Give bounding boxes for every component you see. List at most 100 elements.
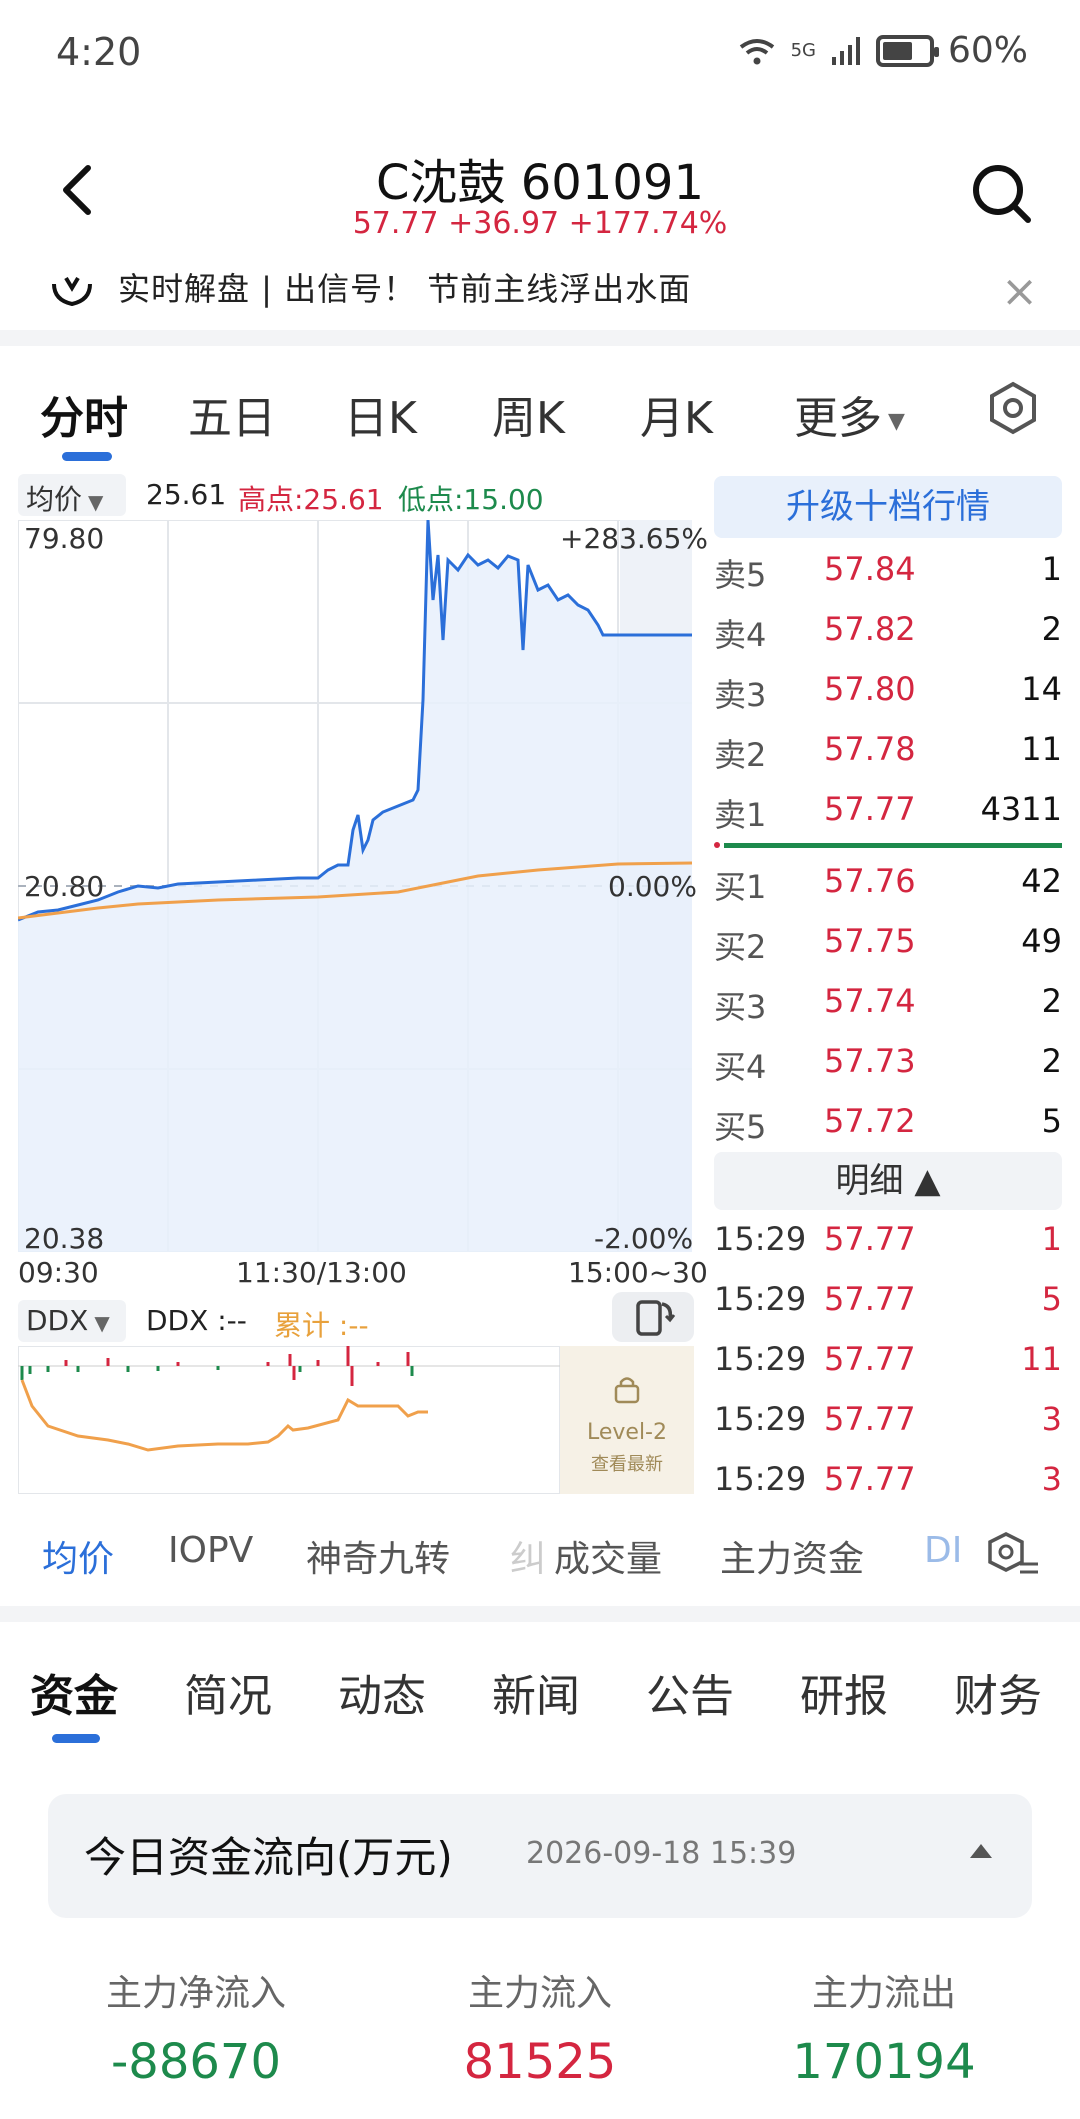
- lightbulb-icon: [52, 276, 92, 307]
- tab-monthly-k[interactable]: 月K: [640, 382, 713, 446]
- fund-flow-timestamp: 2026-09-18 15:39: [526, 1836, 797, 1871]
- fund-flow-card[interactable]: 今日资金流向(万元) 2026-09-18 15:39: [48, 1794, 1032, 1918]
- ask-row[interactable]: 卖1 57.77 4311: [714, 780, 1062, 838]
- rotate-screen-icon: [636, 1300, 676, 1336]
- main-outflow-value: 170194: [792, 2034, 976, 2090]
- bid-row[interactable]: 买3 57.74 2: [714, 972, 1062, 1030]
- indicator-tab-avg[interactable]: 均价: [42, 1530, 114, 1582]
- stock-title: C沈鼓 601091: [375, 155, 704, 211]
- bid-price: 57.76: [824, 862, 916, 900]
- tick-volume: 5: [1041, 1280, 1062, 1318]
- tab-more[interactable]: 更多 ▼: [794, 382, 905, 446]
- time-axis-end: 15:00~30: [568, 1256, 708, 1289]
- tab-more-label: 更多: [794, 393, 882, 444]
- tab-daily-k[interactable]: 日K: [344, 382, 417, 446]
- bid-row[interactable]: 买2 57.75 49: [714, 912, 1062, 970]
- avg-price-dropdown[interactable]: 均价 ▼: [18, 474, 126, 516]
- fund-flow-title: 今日资金流向(万元): [84, 1833, 453, 1882]
- bid-price: 57.74: [824, 982, 916, 1020]
- bid-row[interactable]: 买4 57.73 2: [714, 1032, 1062, 1090]
- tab-dynamics[interactable]: 动态: [338, 1660, 426, 1724]
- news-banner[interactable]: 实时解盘 | 出信号！ 节前主线浮出水面 ×: [0, 256, 1080, 328]
- ask-volume: 1: [1041, 550, 1062, 588]
- main-net-inflow: 主力净流入 -88670: [26, 1964, 366, 2090]
- lock-icon: [614, 1377, 640, 1404]
- signal-icon: [831, 36, 860, 65]
- status-icons: 5G 60%: [737, 30, 1028, 71]
- tick-row: 15:29 57.77 11: [714, 1332, 1062, 1390]
- bid-price: 57.72: [824, 1102, 916, 1140]
- tab-financials[interactable]: 财务: [954, 1660, 1042, 1724]
- tick-row: 15:29 57.77 1: [714, 1212, 1062, 1270]
- tick-volume: 3: [1041, 1400, 1062, 1438]
- low-price: 低点:15.00: [398, 483, 544, 516]
- axis-top-right: +283.65%: [560, 522, 709, 555]
- main-inflow-value: 81525: [463, 2034, 617, 2090]
- bid-row[interactable]: 买1 57.76 42: [714, 852, 1062, 910]
- order-book-divider: [724, 843, 1062, 848]
- tick-price: 57.77: [824, 1400, 916, 1438]
- bid-label: 买1: [714, 868, 767, 906]
- upgrade-level-button[interactable]: 升级十档行情: [714, 476, 1062, 538]
- ask-row[interactable]: 卖3 57.80 14: [714, 660, 1062, 718]
- ask-row[interactable]: 卖2 57.78 11: [714, 720, 1062, 778]
- main-inflow-label: 主力流入: [467, 1973, 612, 2014]
- search-icon[interactable]: [968, 160, 1036, 228]
- tab-research[interactable]: 研报: [800, 1660, 888, 1724]
- bid-volume: 42: [1021, 862, 1062, 900]
- indicator-tab-partial[interactable]: 纠: [510, 1530, 546, 1582]
- ask-row[interactable]: 卖5 57.84 1: [714, 540, 1062, 598]
- tick-price: 57.77: [824, 1460, 916, 1498]
- ask-price: 57.78: [824, 730, 916, 768]
- tab-news[interactable]: 新闻: [492, 1660, 580, 1724]
- bid-volume: 2: [1041, 982, 1062, 1020]
- level2-upsell-card[interactable]: Level-2 查看最新: [560, 1346, 694, 1494]
- dropdown-triangle-icon: ▼: [88, 490, 104, 514]
- ask-label: 卖3: [714, 676, 767, 714]
- ask-volume: 14: [1021, 670, 1062, 708]
- indicator-tab-iopv[interactable]: IOPV: [168, 1530, 253, 1571]
- order-book-marker: [714, 842, 720, 848]
- tab-weekly-k[interactable]: 周K: [492, 382, 565, 446]
- tick-volume: 11: [1021, 1340, 1062, 1378]
- ask-row[interactable]: 卖4 57.82 2: [714, 600, 1062, 658]
- main-outflow: 主力流出 170194: [714, 1964, 1054, 2090]
- rotate-screen-button[interactable]: [612, 1292, 694, 1342]
- ddx-dropdown[interactable]: DDX ▼: [18, 1300, 126, 1342]
- indicator-tab-volume[interactable]: 成交量: [554, 1530, 662, 1582]
- ddx-cumulative: 累计 :--: [274, 1309, 369, 1342]
- bid-volume: 5: [1041, 1102, 1062, 1140]
- intraday-price-chart[interactable]: [18, 520, 692, 1252]
- settings-hexagon-icon[interactable]: [985, 380, 1041, 436]
- time-axis-mid: 11:30/13:00: [236, 1256, 407, 1289]
- bid-price: 57.75: [824, 922, 916, 960]
- battery-percent: 60%: [947, 30, 1028, 71]
- tab-five-day[interactable]: 五日: [188, 382, 276, 446]
- tab-funds[interactable]: 资金: [30, 1660, 118, 1724]
- ddx-dropdown-label: DDX: [26, 1304, 89, 1337]
- ask-label: 卖4: [714, 616, 767, 654]
- bid-row[interactable]: 买5 57.72 5: [714, 1092, 1062, 1150]
- trade-detail-toggle[interactable]: 明细 ▲: [714, 1152, 1062, 1210]
- tab-announcements[interactable]: 公告: [646, 1660, 734, 1724]
- active-tab-indicator: [52, 1734, 100, 1743]
- axis-mid-right: 0.00%: [608, 870, 697, 903]
- ddx-value: DDX :--: [146, 1304, 247, 1337]
- main-net-inflow-label: 主力净流入: [105, 1973, 286, 2014]
- ask-price: 57.80: [824, 670, 916, 708]
- indicator-tab-main-funds[interactable]: 主力资金: [720, 1530, 864, 1582]
- axis-bottom-left: 20.38: [24, 1222, 105, 1255]
- tab-intraday[interactable]: 分时: [40, 382, 128, 446]
- tab-overview[interactable]: 简况: [184, 1660, 272, 1724]
- indicator-settings-icon[interactable]: [986, 1530, 1042, 1578]
- ddx-chart[interactable]: [18, 1346, 560, 1494]
- tick-price: 57.77: [824, 1220, 916, 1258]
- close-icon[interactable]: ×: [1001, 266, 1038, 317]
- main-net-inflow-value: -88670: [110, 2034, 281, 2090]
- tick-volume: 3: [1041, 1460, 1062, 1498]
- section-divider: [0, 1606, 1080, 1622]
- indicator-tab-ddx[interactable]: DI: [924, 1530, 962, 1571]
- collapse-triangle-icon[interactable]: [970, 1844, 992, 1858]
- indicator-tab-nine-turn[interactable]: 神奇九转: [306, 1530, 450, 1582]
- tick-time: 15:29: [714, 1280, 807, 1318]
